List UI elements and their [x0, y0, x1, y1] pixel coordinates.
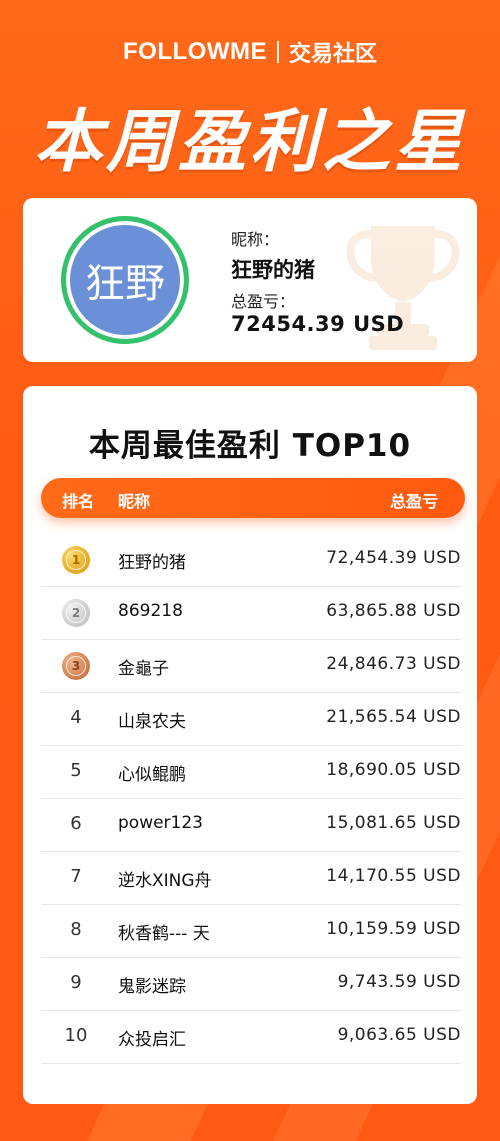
- row-profit: 15,081.65 USD: [326, 813, 461, 833]
- brand-divider: [276, 41, 279, 63]
- medal-rank: 1: [71, 553, 81, 567]
- row-profit: 63,865.88 USD: [326, 601, 461, 621]
- row-rank: 10: [64, 1025, 88, 1046]
- row-nickname: 秋香鹤--- 天: [118, 924, 210, 944]
- row-profit: 18,690.05 USD: [326, 760, 461, 780]
- table-row: 8 秋香鹤--- 天 10,159.59 USD: [41, 905, 461, 958]
- brand-logo: FOLLOWME: [123, 38, 267, 65]
- row-profit: 9,743.59 USD: [337, 972, 461, 992]
- table-row: 7 逆水XING舟 14,170.55 USD: [41, 852, 461, 905]
- header-nickname: 昵称: [118, 492, 151, 511]
- gold-medal-icon: 1: [62, 546, 90, 574]
- row-rank: 9: [70, 972, 82, 993]
- row-rank: 8: [70, 919, 82, 940]
- table-row: 3 金龜子 24,846.73 USD: [41, 640, 461, 693]
- table-row: 5 心似鲲鹏 18,690.05 USD: [41, 746, 461, 799]
- table-row: 4 山泉农夫 21,565.54 USD: [41, 693, 461, 746]
- row-rank: 6: [70, 813, 82, 834]
- nickname-label: 昵称：: [231, 230, 280, 249]
- winner-avatar: 狂野: [61, 216, 189, 344]
- leaderboard-header: 排名 昵称 总盈亏: [41, 478, 465, 518]
- table-row: 2 869218 63,865.88 USD: [41, 587, 461, 640]
- medal-rank: 2: [71, 606, 81, 620]
- medal-rank: 3: [71, 659, 81, 673]
- header-total: 总盈亏: [389, 492, 438, 511]
- silver-medal-icon: 2: [62, 599, 90, 627]
- table-row: 1 狂野的猪 72,454.39 USD: [41, 534, 461, 587]
- leaderboard-title: 本周最佳盈利 TOP10: [88, 428, 412, 464]
- header-rank: 排名: [62, 492, 95, 511]
- row-nickname: 山泉农夫: [118, 712, 186, 732]
- profit-label: 总盈亏：: [231, 292, 296, 311]
- table-row: 6 power123 15,081.65 USD: [41, 799, 461, 852]
- row-nickname: 鬼影迷踪: [118, 977, 186, 997]
- row-rank: 4: [70, 707, 82, 728]
- row-nickname: 心似鲲鹏: [118, 765, 186, 785]
- winner-profit: 72454.39 USD: [231, 312, 405, 336]
- row-profit: 9,063.65 USD: [337, 1025, 461, 1045]
- row-nickname: 众投启汇: [118, 1030, 186, 1050]
- row-profit: 10,159.59 USD: [326, 919, 461, 939]
- bronze-medal-icon: 3: [62, 652, 90, 680]
- row-profit: 72,454.39 USD: [326, 548, 461, 568]
- table-row: 9 鬼影迷踪 9,743.59 USD: [41, 958, 461, 1011]
- winner-card: 狂野 昵称： 狂野的猪 总盈亏： 72454.39 USD: [23, 198, 477, 362]
- row-rank: 7: [70, 866, 82, 887]
- row-nickname: 869218: [118, 601, 183, 621]
- row-nickname: power123: [118, 813, 203, 833]
- table-row: 10 众投启汇 9,063.65 USD: [41, 1011, 461, 1064]
- brand-subtitle: 交易社区: [288, 42, 377, 67]
- row-profit: 24,846.73 USD: [326, 654, 461, 674]
- row-profit: 21,565.54 USD: [326, 707, 461, 727]
- hero-title: 本周盈利之星: [33, 103, 466, 182]
- leaderboard-card: 本周最佳盈利 TOP10 排名 昵称 总盈亏 1 狂野的猪 72,454.39 …: [23, 386, 477, 1104]
- row-nickname: 金龜子: [118, 659, 169, 679]
- row-rank: 5: [70, 760, 82, 781]
- winner-nickname: 狂野的猪: [231, 258, 315, 282]
- brand-header: FOLLOWME 交易社区: [0, 36, 500, 68]
- leaderboard-rows: 1 狂野的猪 72,454.39 USD 2 869218 63,865.88 …: [41, 534, 461, 1064]
- row-profit: 14,170.55 USD: [326, 866, 461, 886]
- row-nickname: 狂野的猪: [118, 553, 186, 573]
- row-nickname: 逆水XING舟: [118, 871, 212, 891]
